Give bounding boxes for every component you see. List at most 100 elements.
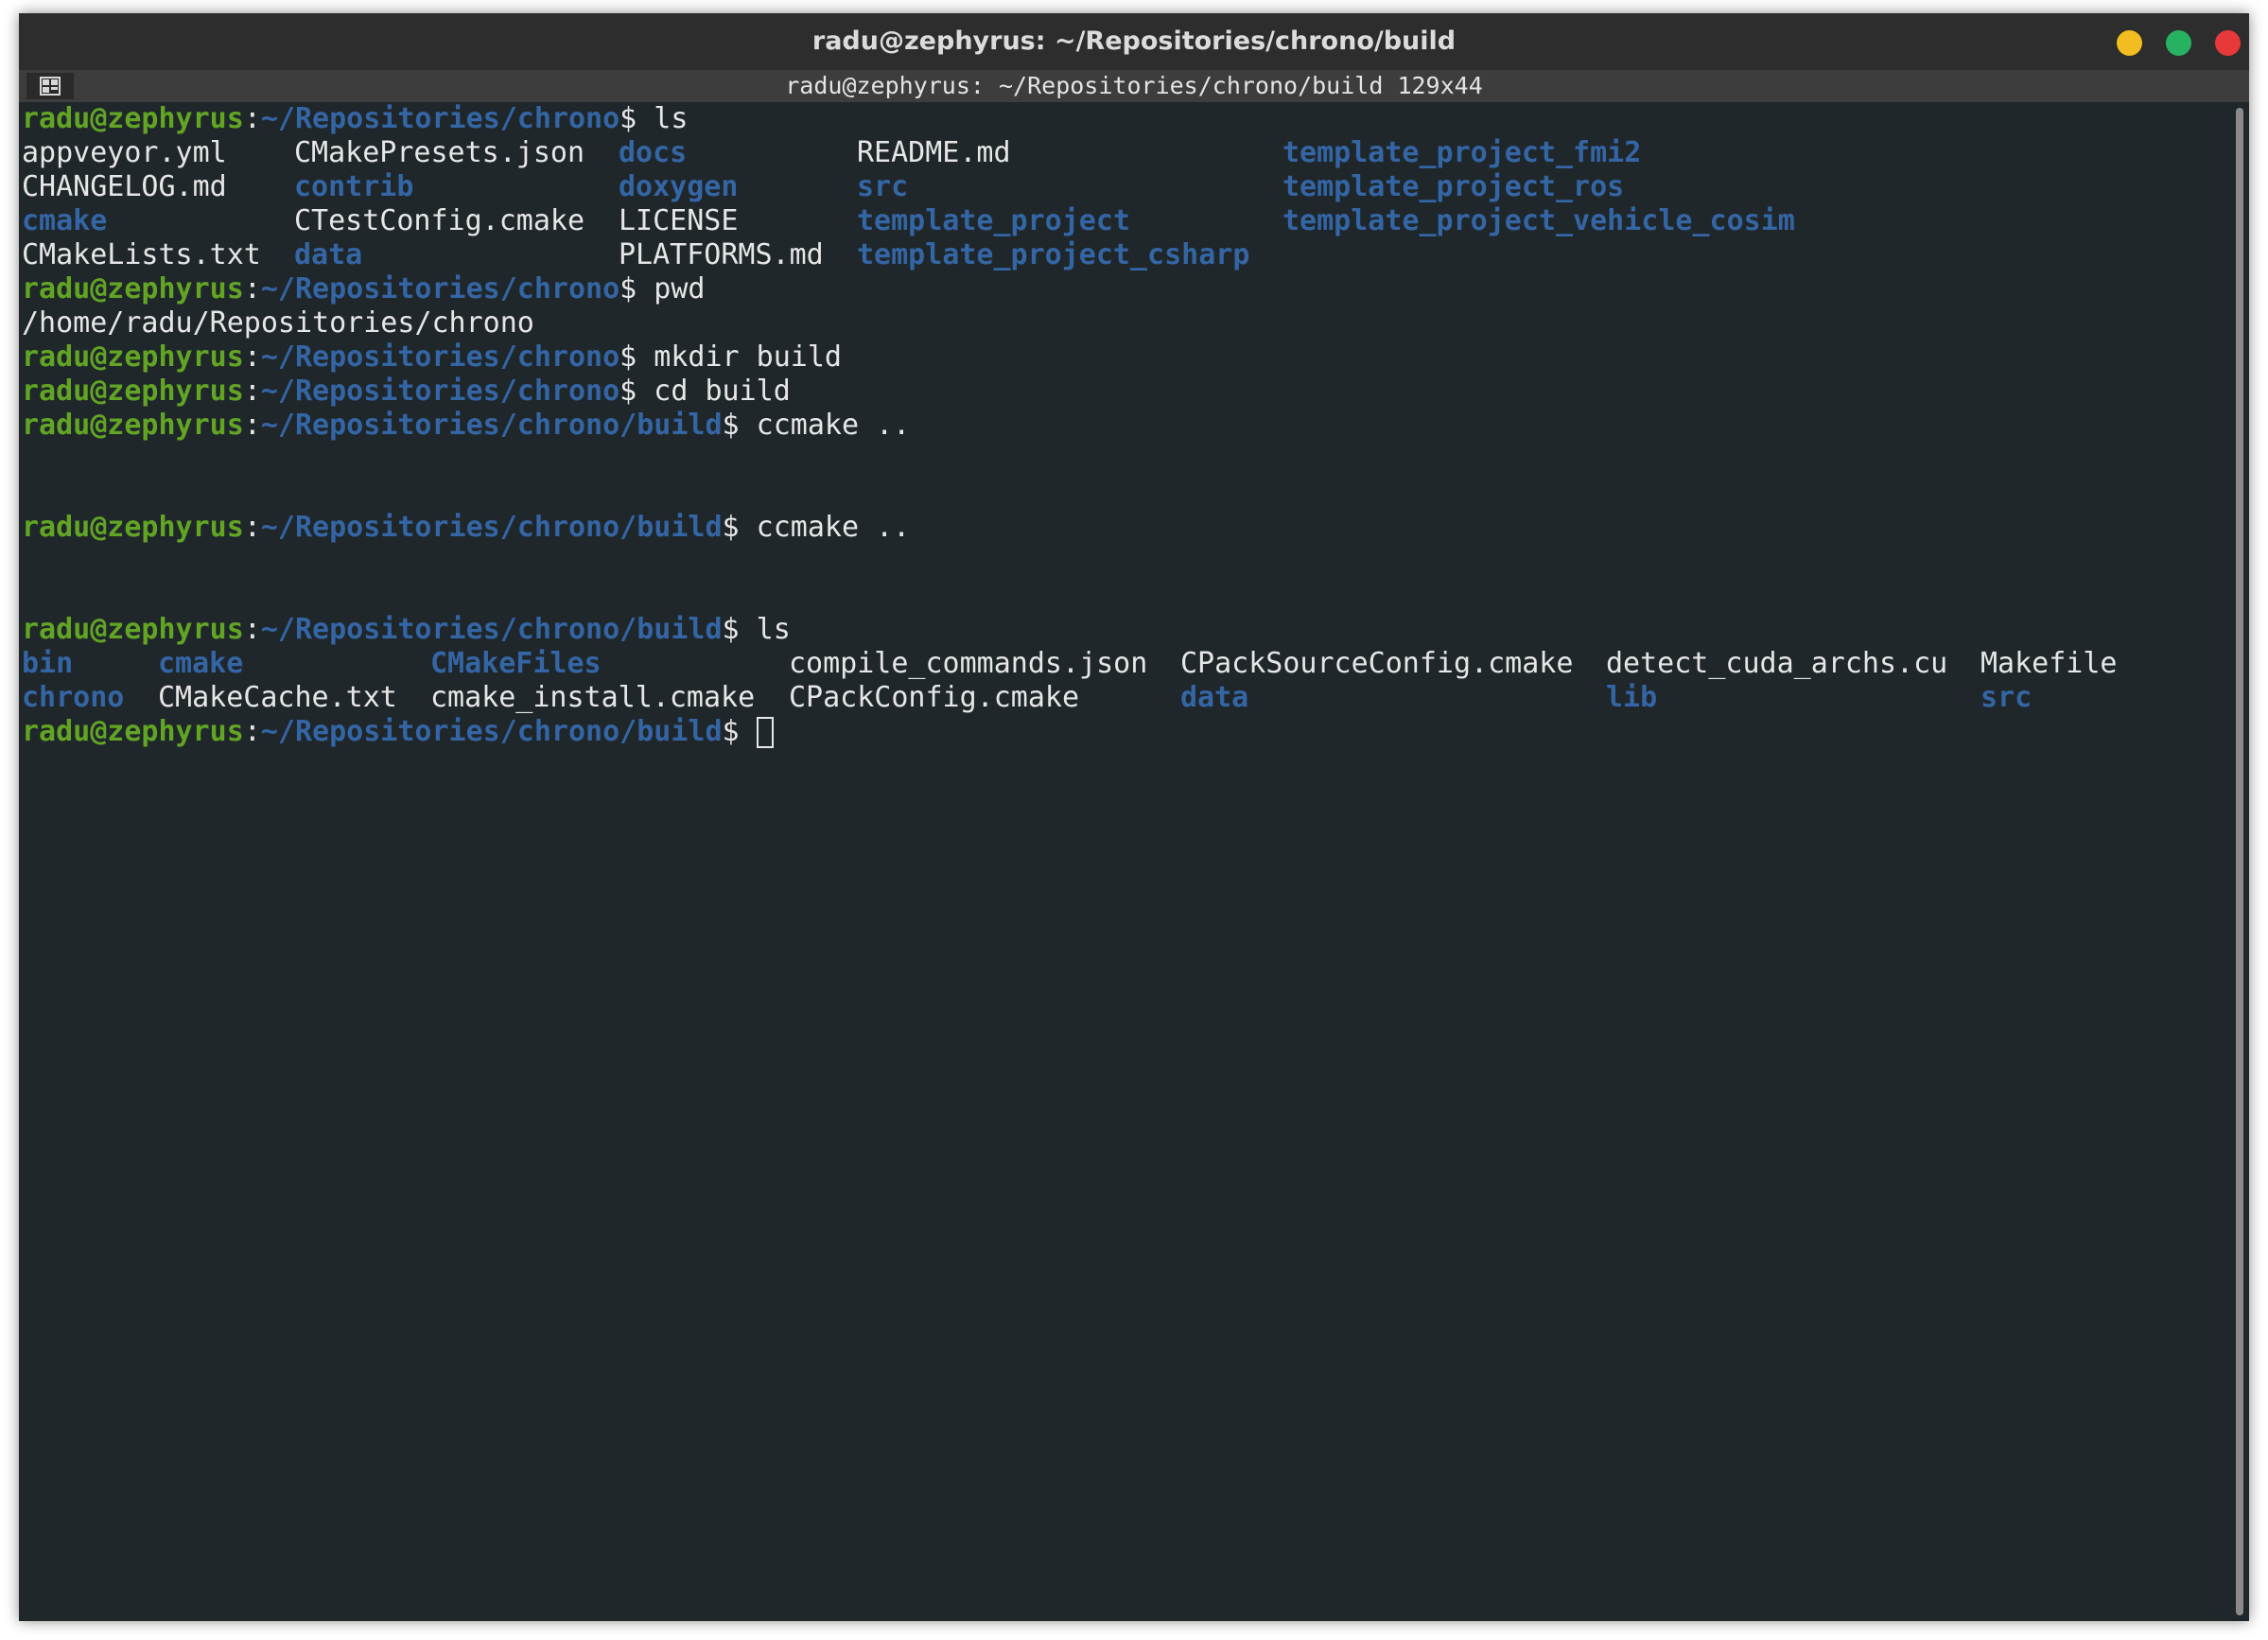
directory-entry: template_project_csharp [857,238,1250,271]
command: ls [637,102,689,135]
file-entry: CMakeLists.txt [22,238,261,271]
prompt-separator: : [243,715,261,748]
directory-entry: template_project [857,204,1130,237]
terminal-tab[interactable]: radu@zephyrus: ~/Repositories/chrono/bui… [19,70,2249,102]
prompt-path: ~/Repositories/chrono/build [260,715,723,748]
prompt-path: ~/Repositories/chrono/build [260,409,723,442]
terminal-line: radu@zephyrus:~/Repositories/chrono/buil… [22,613,2216,647]
prompt-path: ~/Repositories/chrono [260,340,620,374]
file-entry: cmake_install.cmake [430,681,756,714]
prompt-symbol: $ [619,272,637,305]
prompt-path: ~/Repositories/chrono/build [260,613,723,646]
prompt-symbol: $ [619,375,637,408]
title-bar[interactable]: radu@zephyrus: ~/Repositories/chrono/bui… [19,13,2249,70]
directory-entry: data [294,238,363,271]
prompt-user: radu@zephyrus [22,715,244,748]
terminal-window: radu@zephyrus: ~/Repositories/chrono/bui… [19,13,2249,1621]
file-entry: PLATFORMS.md [619,238,824,271]
file-entry: CPackSourceConfig.cmake [1180,647,1574,680]
terminal-line: radu@zephyrus:~/Repositories/chrono/buil… [22,511,2216,545]
prompt-separator: : [243,340,261,374]
file-entry: Makefile [1980,647,2118,680]
command: ccmake .. [739,409,911,442]
command: cd build [637,375,791,408]
prompt-symbol: $ [619,340,637,374]
scrollbar-thumb[interactable] [2236,108,2243,1615]
listing-row: CHANGELOG.md contrib doxygen src template_pr… [22,170,2216,204]
prompt-symbol: $ [722,511,740,544]
terminal-line: radu@zephyrus:~/Repositories/chrono$ cd … [22,375,2216,409]
window-title: radu@zephyrus: ~/Repositories/chrono/bui… [811,26,1457,56]
build-listing: bin cmake CMakeFiles compile_commands.json C… [22,647,2216,715]
file-entry: appveyor.yml [22,136,227,169]
terminal-line: radu@zephyrus:~/Repositories/chrono/buil… [22,409,2216,443]
command: mkdir build [637,340,842,374]
directory-entry: doxygen [619,170,739,203]
prompt-user: radu@zephyrus [22,409,244,442]
directory-entry: contrib [294,170,414,203]
directory-entry: data [1180,681,1249,714]
prompt-symbol: $ [722,613,740,646]
prompt-user: radu@zephyrus [22,340,244,374]
file-entry: CMakePresets.json [294,136,585,169]
directory-entry: src [1980,681,2032,714]
text-cursor [756,717,774,748]
prompt-user: radu@zephyrus [22,511,244,544]
prompt-separator: : [243,102,261,135]
prompt-user: radu@zephyrus [22,102,244,135]
directory-entry: lib [1606,681,1658,714]
terminal-output[interactable]: radu@zephyrus:~/Repositories/chrono$ ls … [22,102,2216,1621]
tab-bar: radu@zephyrus: ~/Repositories/chrono/bui… [19,70,2249,102]
file-entry: README.md [857,136,1011,169]
prompt-user: radu@zephyrus [22,375,244,408]
directory-entry: template_project_vehicle_cosim [1282,204,1795,237]
repo-listing: appveyor.yml CMakePresets.json docs README.… [22,136,2216,272]
minimize-button[interactable] [2117,30,2142,56]
command: pwd [637,272,706,305]
close-button[interactable] [2215,30,2241,56]
terminal-line: radu@zephyrus:~/Repositories/chrono$ pwd [22,272,2216,306]
prompt-separator: : [243,409,261,442]
prompt-separator: : [243,511,261,544]
directory-entry: template_project_ros [1282,170,1625,203]
file-entry: compile_commands.json [789,647,1148,680]
directory-entry: docs [619,136,688,169]
prompt-symbol: $ [619,102,637,135]
command: ls [739,613,791,646]
directory-entry: src [857,170,909,203]
file-entry: detect_cuda_archs.cu [1606,647,1948,680]
listing-row: cmake CTestConfig.cmake LICENSE template_pr… [22,204,2216,238]
directory-entry: cmake [22,204,108,237]
file-entry: CMakeCache.txt [158,681,397,714]
scrollbar[interactable] [2228,102,2249,1621]
terminal-line: radu@zephyrus:~/Repositories/chrono$ mkd… [22,340,2216,375]
terminal-line: radu@zephyrus:~/Repositories/chrono$ ls [22,102,2216,136]
directory-entry: CMakeFiles [430,647,602,680]
listing-row: chrono CMakeCache.txt cmake_install.cmake C… [22,681,2216,715]
prompt-symbol: $ [722,409,740,442]
prompt-separator: : [243,375,261,408]
prompt-user: radu@zephyrus [22,272,244,305]
prompt-symbol: $ [722,715,740,748]
active-prompt-line[interactable]: radu@zephyrus:~/Repositories/chrono/buil… [22,715,2216,749]
prompt-user: radu@zephyrus [22,613,244,646]
file-entry: LICENSE [619,204,739,237]
directory-entry: bin [22,647,74,680]
listing-row: CMakeLists.txt data PLATFORMS.md template_p… [22,238,2216,272]
file-entry: CTestConfig.cmake [294,204,585,237]
listing-row: appveyor.yml CMakePresets.json docs README.… [22,136,2216,170]
directory-entry: cmake [158,647,244,680]
directory-entry: chrono [22,681,125,714]
file-entry: CPackConfig.cmake [789,681,1080,714]
maximize-button[interactable] [2166,30,2191,56]
prompt-path: ~/Repositories/chrono [260,375,620,408]
prompt-separator: : [243,613,261,646]
prompt-separator: : [243,272,261,305]
prompt-path: ~/Repositories/chrono [260,102,620,135]
command: ccmake .. [739,511,911,544]
prompt-path: ~/Repositories/chrono [260,272,620,305]
prompt-path: ~/Repositories/chrono/build [260,511,723,544]
